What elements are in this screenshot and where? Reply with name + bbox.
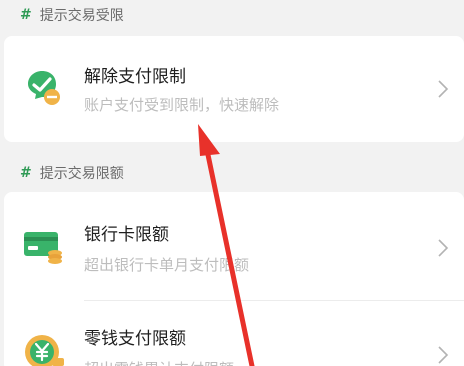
- item-subtitle: 账户支付受到限制，快速解除: [84, 96, 280, 114]
- section-header-label: 提示交易受限: [39, 8, 124, 24]
- item-title: 银行卡限额: [84, 225, 169, 245]
- item-title: 解除支付限制: [84, 67, 186, 87]
- hash-icon: #: [20, 165, 32, 181]
- item-subtitle: 超出零钱累计支付限额: [84, 358, 234, 366]
- chevron-right-icon: [436, 78, 450, 100]
- item-subtitle: 超出银行卡单月支付限额: [84, 256, 250, 274]
- chevron-right-icon: [436, 344, 450, 366]
- divider: [84, 300, 464, 301]
- section-header-label: 提示交易限额: [39, 166, 124, 182]
- item-title: 零钱支付限额: [84, 329, 186, 349]
- section-header-trade-limit: # 提示交易限额: [0, 158, 464, 188]
- hash-icon: #: [20, 7, 32, 23]
- list-item-bank-card-limit[interactable]: 银行卡限额 超出银行卡单月支付限额: [0, 192, 464, 298]
- list-item-change-limit[interactable]: 零钱支付限额 超出零钱累计支付限额: [0, 302, 464, 366]
- list-item-unlock-payment[interactable]: 解除支付限制 账户支付受到限制，快速解除: [0, 36, 464, 142]
- yuan-coin-icon: [22, 332, 66, 366]
- section-header-trade-restricted: # 提示交易受限: [0, 0, 464, 30]
- bank-card-icon: [22, 224, 66, 268]
- chevron-right-icon: [436, 237, 450, 259]
- chat-bubble-restricted-icon: [22, 66, 66, 110]
